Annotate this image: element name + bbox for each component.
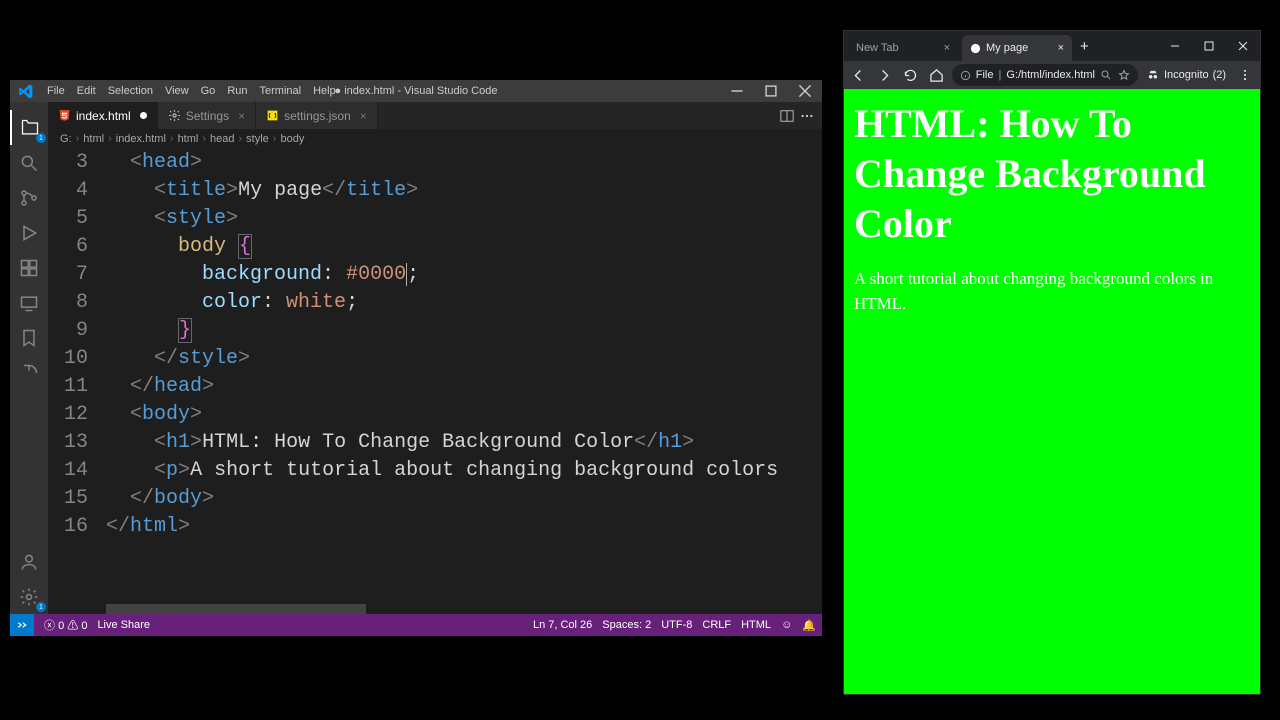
breadcrumb-segment[interactable]: body bbox=[280, 133, 304, 145]
breadcrumb-segment[interactable]: G: bbox=[60, 133, 72, 145]
menu-run[interactable]: Run bbox=[221, 85, 253, 97]
status-bar: ⓧ 0 ⚠ 0 Live Share Ln 7, Col 26 Spaces: … bbox=[10, 614, 822, 636]
browser-tab-my-page[interactable]: My page× bbox=[962, 35, 1072, 61]
vscode-menubar: FileEditSelectionViewGoRunTerminalHelp bbox=[41, 85, 342, 97]
menu-file[interactable]: File bbox=[41, 85, 71, 97]
live-share-icon[interactable] bbox=[10, 355, 48, 390]
menu-selection[interactable]: Selection bbox=[102, 85, 159, 97]
code-editor[interactable]: 345678910111213141516 <head> <title>My p… bbox=[48, 149, 822, 604]
language-status[interactable]: HTML bbox=[741, 619, 771, 631]
home-button[interactable] bbox=[926, 63, 948, 87]
extensions-icon[interactable] bbox=[10, 250, 48, 285]
bookmark-star-icon[interactable] bbox=[1118, 69, 1130, 81]
reload-button[interactable] bbox=[900, 63, 922, 87]
chrome-minimize-button[interactable] bbox=[1158, 31, 1192, 61]
dirty-indicator-icon bbox=[140, 112, 147, 119]
address-path: G:/html/index.html bbox=[1006, 69, 1095, 81]
page-heading: HTML: How To Change Background Color bbox=[854, 99, 1250, 249]
minimap[interactable] bbox=[782, 149, 822, 604]
vscode-window-title: ● index.html - Visual Studio Code bbox=[335, 85, 498, 97]
close-tab-icon[interactable]: × bbox=[238, 109, 245, 123]
incognito-indicator[interactable]: Incognito (2) bbox=[1142, 68, 1230, 82]
close-tab-icon[interactable]: × bbox=[944, 42, 950, 54]
source-control-icon[interactable] bbox=[10, 180, 48, 215]
menu-terminal[interactable]: Terminal bbox=[254, 85, 308, 97]
vscode-window-controls bbox=[720, 80, 822, 102]
code-lines[interactable]: <head> <title>My page</title> <style> bo… bbox=[106, 149, 822, 604]
bookmarks-icon[interactable] bbox=[10, 320, 48, 355]
problems-status[interactable]: ⓧ 0 ⚠ 0 bbox=[44, 617, 87, 633]
back-button[interactable] bbox=[848, 63, 870, 87]
breadcrumb-segment[interactable]: html bbox=[178, 133, 199, 145]
chrome-menu-icon[interactable] bbox=[1234, 63, 1256, 87]
encoding-status[interactable]: UTF-8 bbox=[661, 619, 692, 631]
minimize-button[interactable] bbox=[720, 80, 754, 102]
menu-go[interactable]: Go bbox=[195, 85, 222, 97]
breadcrumb[interactable]: G:›html›index.html›html›head›style›body bbox=[48, 129, 822, 149]
menu-edit[interactable]: Edit bbox=[71, 85, 102, 97]
tab-index-html[interactable]: index.html bbox=[48, 102, 158, 129]
maximize-button[interactable] bbox=[754, 80, 788, 102]
site-info-icon[interactable] bbox=[960, 70, 971, 81]
settings-gear-icon[interactable]: 1 bbox=[10, 579, 48, 614]
vscode-window: FileEditSelectionViewGoRunTerminalHelp ●… bbox=[10, 80, 822, 636]
close-tab-icon[interactable]: × bbox=[1058, 42, 1064, 54]
breadcrumb-segment[interactable]: style bbox=[246, 133, 269, 145]
menu-view[interactable]: View bbox=[159, 85, 195, 97]
page-paragraph: A short tutorial about changing backgrou… bbox=[854, 267, 1250, 316]
breadcrumb-segment[interactable]: head bbox=[210, 133, 234, 145]
rendered-page: HTML: How To Change Background Color A s… bbox=[844, 89, 1260, 694]
chrome-toolbar: File | G:/html/index.html Incognito (2) bbox=[844, 61, 1260, 89]
indentation-status[interactable]: Spaces: 2 bbox=[602, 619, 651, 631]
close-tab-icon[interactable]: × bbox=[360, 109, 367, 123]
browser-tab-new-tab[interactable]: New Tab× bbox=[848, 35, 958, 61]
live-share-status[interactable]: Live Share bbox=[97, 619, 150, 631]
address-prefix: File bbox=[976, 69, 994, 81]
chrome-window: New Tab×My page× + File | G:/html/index.… bbox=[843, 30, 1261, 695]
breadcrumb-segment[interactable]: html bbox=[83, 133, 104, 145]
new-tab-button[interactable]: + bbox=[1072, 38, 1097, 55]
close-button[interactable] bbox=[788, 80, 822, 102]
tab-settings-json[interactable]: settings.json× bbox=[256, 102, 378, 129]
eol-status[interactable]: CRLF bbox=[702, 619, 731, 631]
search-icon[interactable] bbox=[10, 145, 48, 180]
chrome-close-button[interactable] bbox=[1226, 31, 1260, 61]
accounts-icon[interactable] bbox=[10, 544, 48, 579]
run-debug-icon[interactable] bbox=[10, 215, 48, 250]
address-bar[interactable]: File | G:/html/index.html bbox=[952, 64, 1138, 86]
zoom-icon[interactable] bbox=[1100, 69, 1112, 81]
horizontal-scrollbar[interactable] bbox=[48, 604, 822, 614]
cursor-position[interactable]: Ln 7, Col 26 bbox=[533, 619, 592, 631]
chrome-tabstrip: New Tab×My page× + bbox=[844, 31, 1260, 61]
forward-button[interactable] bbox=[874, 63, 896, 87]
vscode-logo-icon bbox=[18, 84, 33, 99]
remote-indicator[interactable] bbox=[10, 614, 34, 636]
incognito-icon bbox=[1146, 68, 1160, 82]
feedback-icon[interactable]: ☺ bbox=[781, 619, 792, 631]
vscode-titlebar: FileEditSelectionViewGoRunTerminalHelp ●… bbox=[10, 80, 822, 102]
tab-settings[interactable]: Settings× bbox=[158, 102, 256, 129]
chrome-maximize-button[interactable] bbox=[1192, 31, 1226, 61]
split-editor-icon[interactable] bbox=[780, 109, 794, 123]
breadcrumb-segment[interactable]: index.html bbox=[116, 133, 166, 145]
more-actions-icon[interactable] bbox=[800, 109, 814, 123]
line-numbers: 345678910111213141516 bbox=[48, 149, 106, 604]
activity-bar: 1 1 bbox=[10, 102, 48, 614]
notifications-icon[interactable]: 🔔 bbox=[802, 619, 816, 632]
editor-tabs: index.htmlSettings×settings.json× bbox=[48, 102, 822, 129]
explorer-icon[interactable]: 1 bbox=[10, 110, 48, 145]
remote-explorer-icon[interactable] bbox=[10, 285, 48, 320]
favicon-icon bbox=[970, 43, 981, 54]
